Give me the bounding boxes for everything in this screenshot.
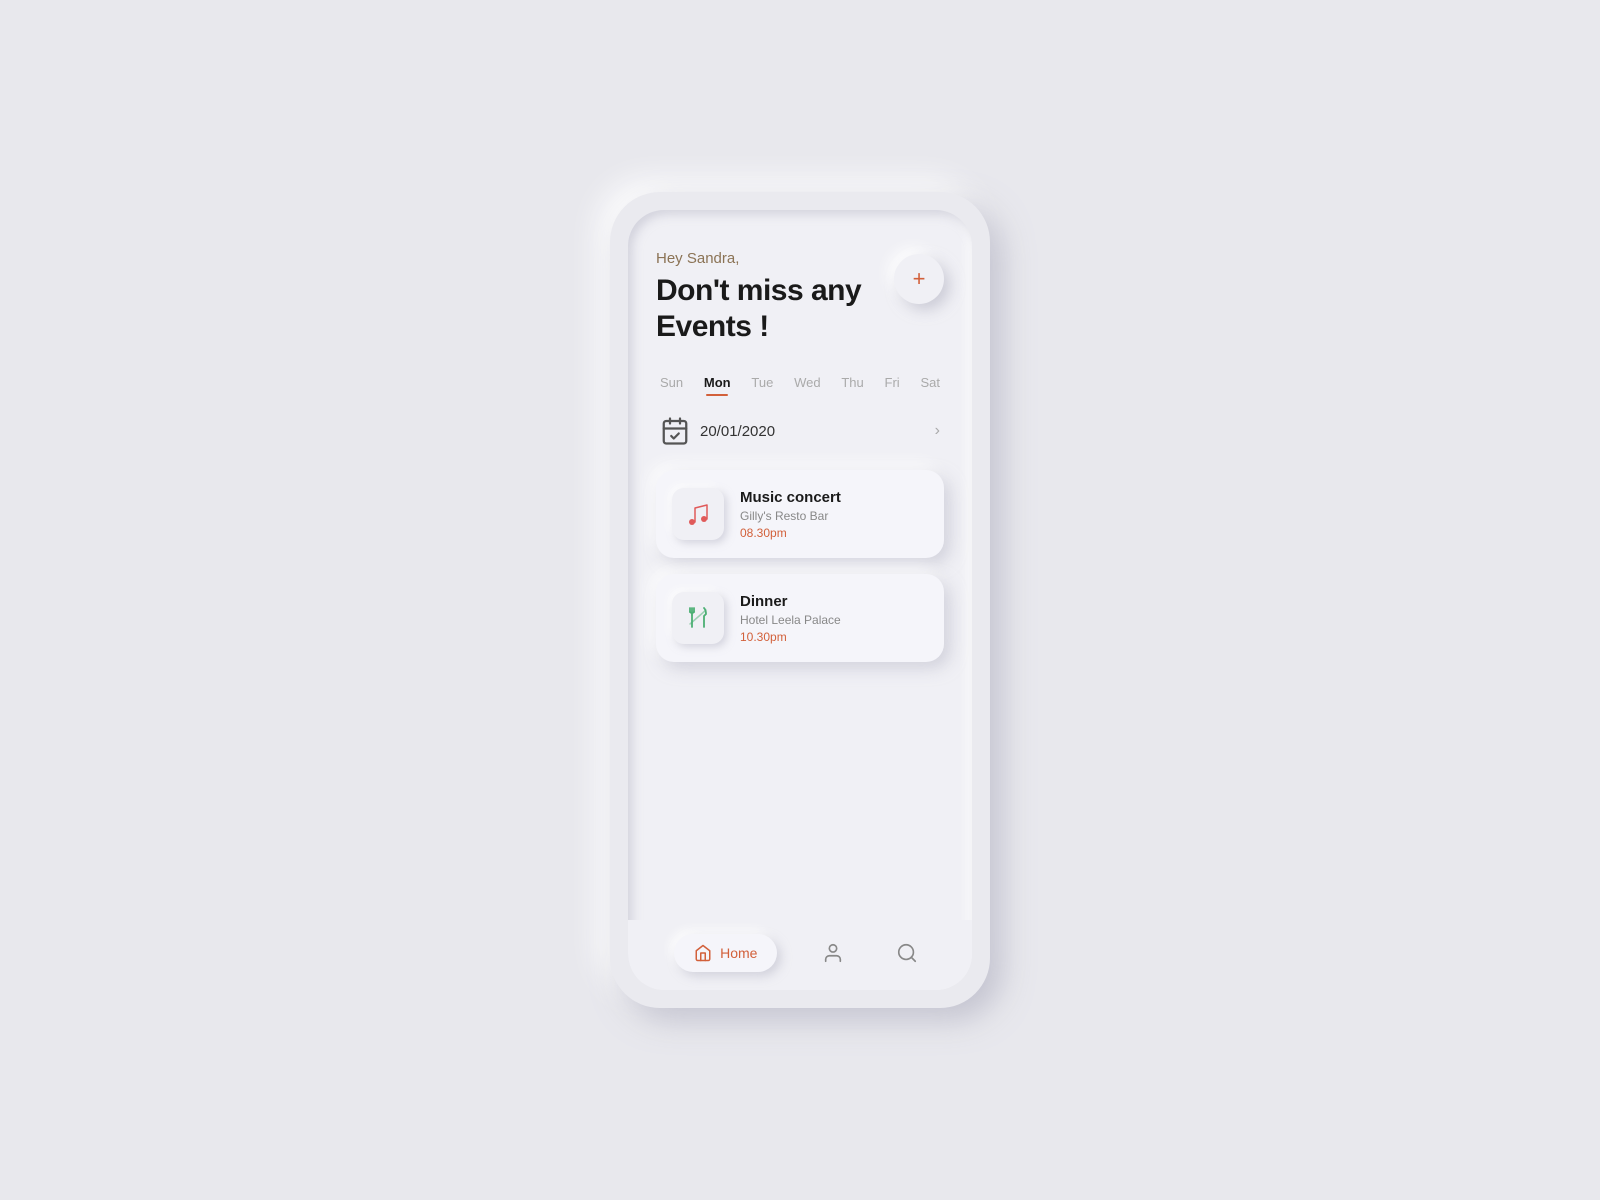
phone-device: Hey Sandra, Don't miss any Events ! + Su…	[610, 192, 990, 1008]
profile-icon	[822, 942, 844, 964]
event-title-music: Music concert	[740, 489, 841, 506]
event-icon-dinner-wrap	[672, 592, 724, 644]
main-content: Hey Sandra, Don't miss any Events ! + Su…	[628, 210, 972, 920]
event-location-dinner: Hotel Leela Palace	[740, 613, 841, 627]
event-title-dinner: Dinner	[740, 593, 841, 610]
event-time-music: 08.30pm	[740, 526, 841, 540]
day-tabs: Sun Mon Tue Wed Thu Fri Sat	[656, 375, 944, 396]
event-card-music[interactable]: Music concert Gilly's Resto Bar 08.30pm	[656, 470, 944, 558]
selected-date: 20/01/2020	[700, 423, 775, 440]
nav-home-label: Home	[720, 945, 757, 961]
search-icon	[896, 942, 918, 964]
event-info-dinner: Dinner Hotel Leela Palace 10.30pm	[740, 593, 841, 644]
tab-tue[interactable]: Tue	[751, 375, 773, 396]
bottom-nav: Home	[628, 920, 972, 990]
tab-sun[interactable]: Sun	[660, 375, 683, 396]
tab-mon[interactable]: Mon	[704, 375, 731, 396]
nav-profile-button[interactable]	[814, 934, 852, 972]
plus-icon: +	[913, 268, 926, 290]
music-note-icon	[686, 500, 710, 528]
headline-line1: Don't miss any	[656, 274, 861, 307]
tab-sat[interactable]: Sat	[920, 375, 940, 396]
date-left: 20/01/2020	[660, 416, 775, 446]
nav-search-button[interactable]	[888, 934, 926, 972]
event-info-music: Music concert Gilly's Resto Bar 08.30pm	[740, 489, 841, 540]
calendar-icon	[660, 416, 690, 446]
tab-wed[interactable]: Wed	[794, 375, 821, 396]
header: Hey Sandra, Don't miss any Events ! +	[656, 250, 944, 345]
event-time-dinner: 10.30pm	[740, 630, 841, 644]
home-icon	[694, 944, 712, 962]
headline: Don't miss any Events !	[656, 273, 861, 345]
fork-knife-icon	[685, 605, 711, 631]
date-row: 20/01/2020 ›	[656, 416, 944, 446]
nav-home-button[interactable]: Home	[674, 934, 777, 972]
headline-line2: Events !	[656, 310, 769, 343]
event-card-dinner[interactable]: Dinner Hotel Leela Palace 10.30pm	[656, 574, 944, 662]
event-icon-music-wrap	[672, 488, 724, 540]
phone-screen: Hey Sandra, Don't miss any Events ! + Su…	[628, 210, 972, 990]
tab-thu[interactable]: Thu	[841, 375, 863, 396]
chevron-right-icon[interactable]: ›	[935, 422, 940, 440]
events-list: Music concert Gilly's Resto Bar 08.30pm	[656, 470, 944, 900]
header-text: Hey Sandra, Don't miss any Events !	[656, 250, 861, 345]
greeting-text: Hey Sandra,	[656, 250, 861, 267]
tab-fri[interactable]: Fri	[885, 375, 900, 396]
add-event-button[interactable]: +	[894, 254, 944, 304]
event-location-music: Gilly's Resto Bar	[740, 509, 841, 523]
